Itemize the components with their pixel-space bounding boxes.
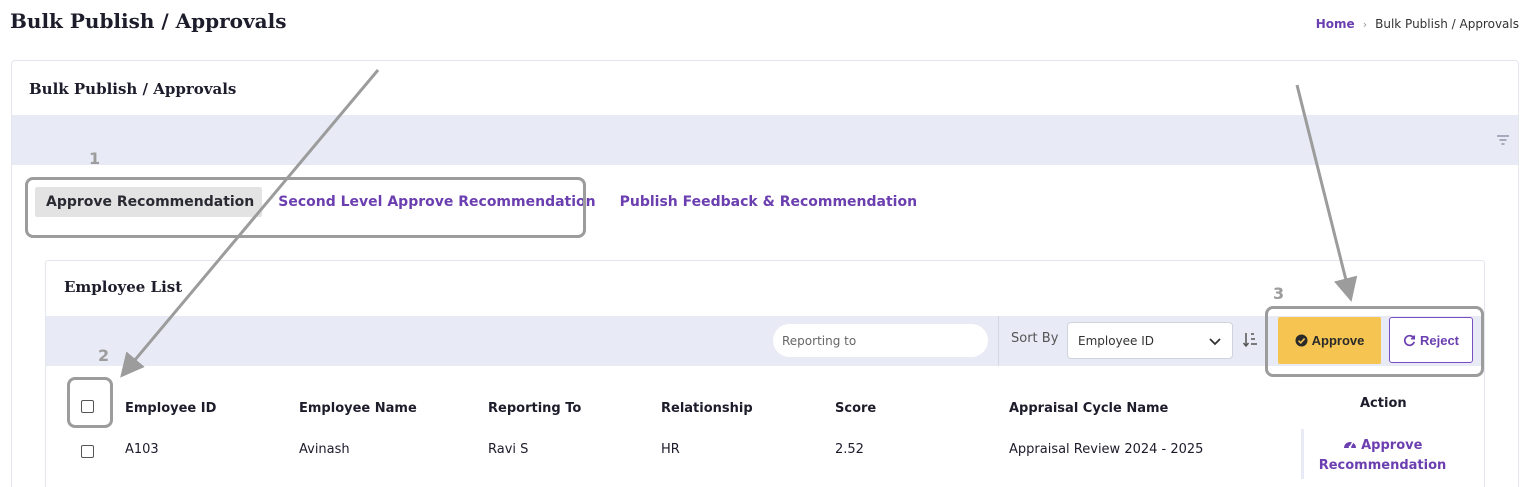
annotation-arrow-2 xyxy=(120,69,380,378)
annotation-arrows xyxy=(120,69,1358,378)
annotation-arrow-3 xyxy=(1295,84,1358,302)
